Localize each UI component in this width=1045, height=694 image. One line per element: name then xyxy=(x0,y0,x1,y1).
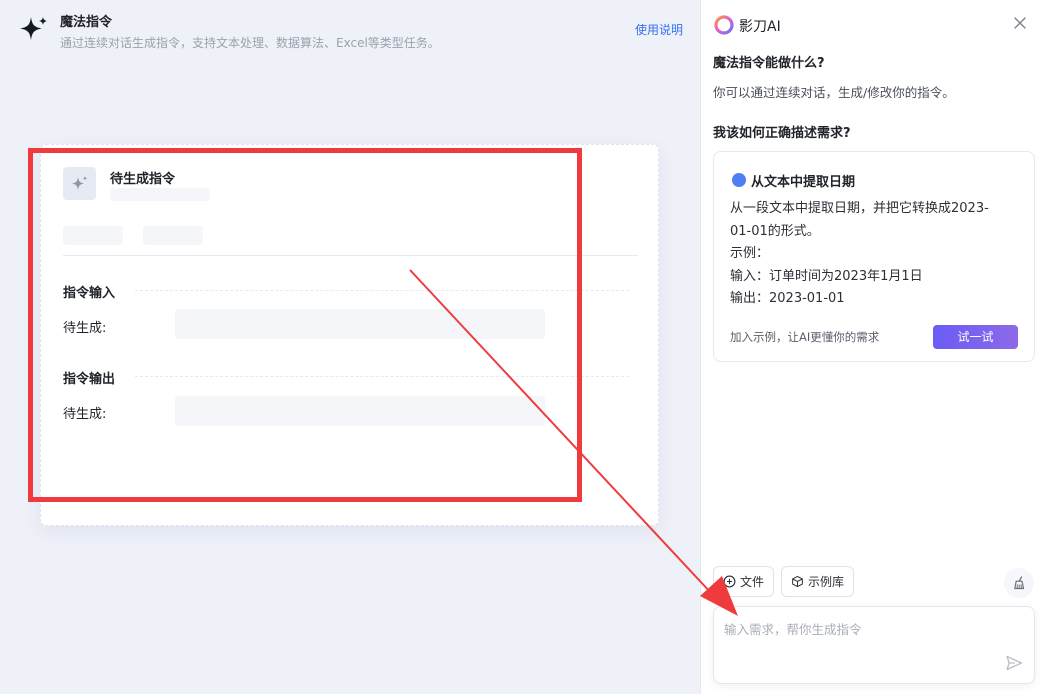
example-title: 从文本中提取日期 xyxy=(751,175,856,190)
example-line: 输出：2023-01-01 xyxy=(730,291,845,306)
try-button[interactable]: 试一试 xyxy=(933,325,1018,349)
example-line: 输入：订单时间为2023年1月1日 xyxy=(730,268,923,284)
cube-icon xyxy=(792,575,803,588)
help-link[interactable]: 使用说明 xyxy=(635,21,683,38)
file-button[interactable]: 文件 xyxy=(713,566,775,597)
example-line: 01-01的形式。 xyxy=(730,223,820,239)
faq-question-how: 我该如何正确描述需求? xyxy=(713,126,851,141)
yingdao-ai-logo-icon xyxy=(714,15,734,35)
chat-input-box[interactable] xyxy=(713,606,1035,684)
file-button-label: 文件 xyxy=(740,575,765,589)
magic-sparkle-icon xyxy=(20,17,47,40)
example-library-label: 示例库 xyxy=(808,575,845,589)
close-icon[interactable] xyxy=(1011,14,1029,32)
workspace: 魔法指令 通过连续对话生成指令，支持文本处理、数据算法、Excel等类型任务。 … xyxy=(0,0,700,694)
example-hint: 加入示例，让AI更懂你的需求 xyxy=(730,330,880,344)
faq-question-what: 魔法指令能做什么? xyxy=(713,56,825,71)
brand-name: 影刀AI xyxy=(739,19,781,35)
broom-icon xyxy=(1014,576,1025,590)
annotation-highlight-box xyxy=(28,148,582,502)
example-line: 从一段文本中提取日期，并把它转换成2023- xyxy=(730,201,989,216)
example-card: 从文本中提取日期 从一段文本中提取日期，并把它转换成2023- 01-01的形式… xyxy=(713,151,1035,362)
add-circle-icon xyxy=(723,575,736,588)
faq-answer-what: 你可以通过连续对话，生成/修改你的指令。 xyxy=(713,85,955,100)
example-line: 示例： xyxy=(730,246,770,261)
send-icon[interactable] xyxy=(1004,653,1024,673)
page-title: 魔法指令 xyxy=(60,15,113,30)
example-bullet-icon xyxy=(732,173,746,187)
example-body: 从一段文本中提取日期，并把它转换成2023- 01-01的形式。 示例： 输入：… xyxy=(730,198,1022,311)
clear-chat-button[interactable] xyxy=(1004,568,1034,598)
page-subtitle: 通过连续对话生成指令，支持文本处理、数据算法、Excel等类型任务。 xyxy=(60,36,440,50)
example-library-button[interactable]: 示例库 xyxy=(781,566,855,597)
requirement-input[interactable] xyxy=(724,619,994,649)
ai-assistant-panel: 影刀AI 魔法指令能做什么? 你可以通过连续对话，生成/修改你的指令。 我该如何… xyxy=(700,0,1045,694)
